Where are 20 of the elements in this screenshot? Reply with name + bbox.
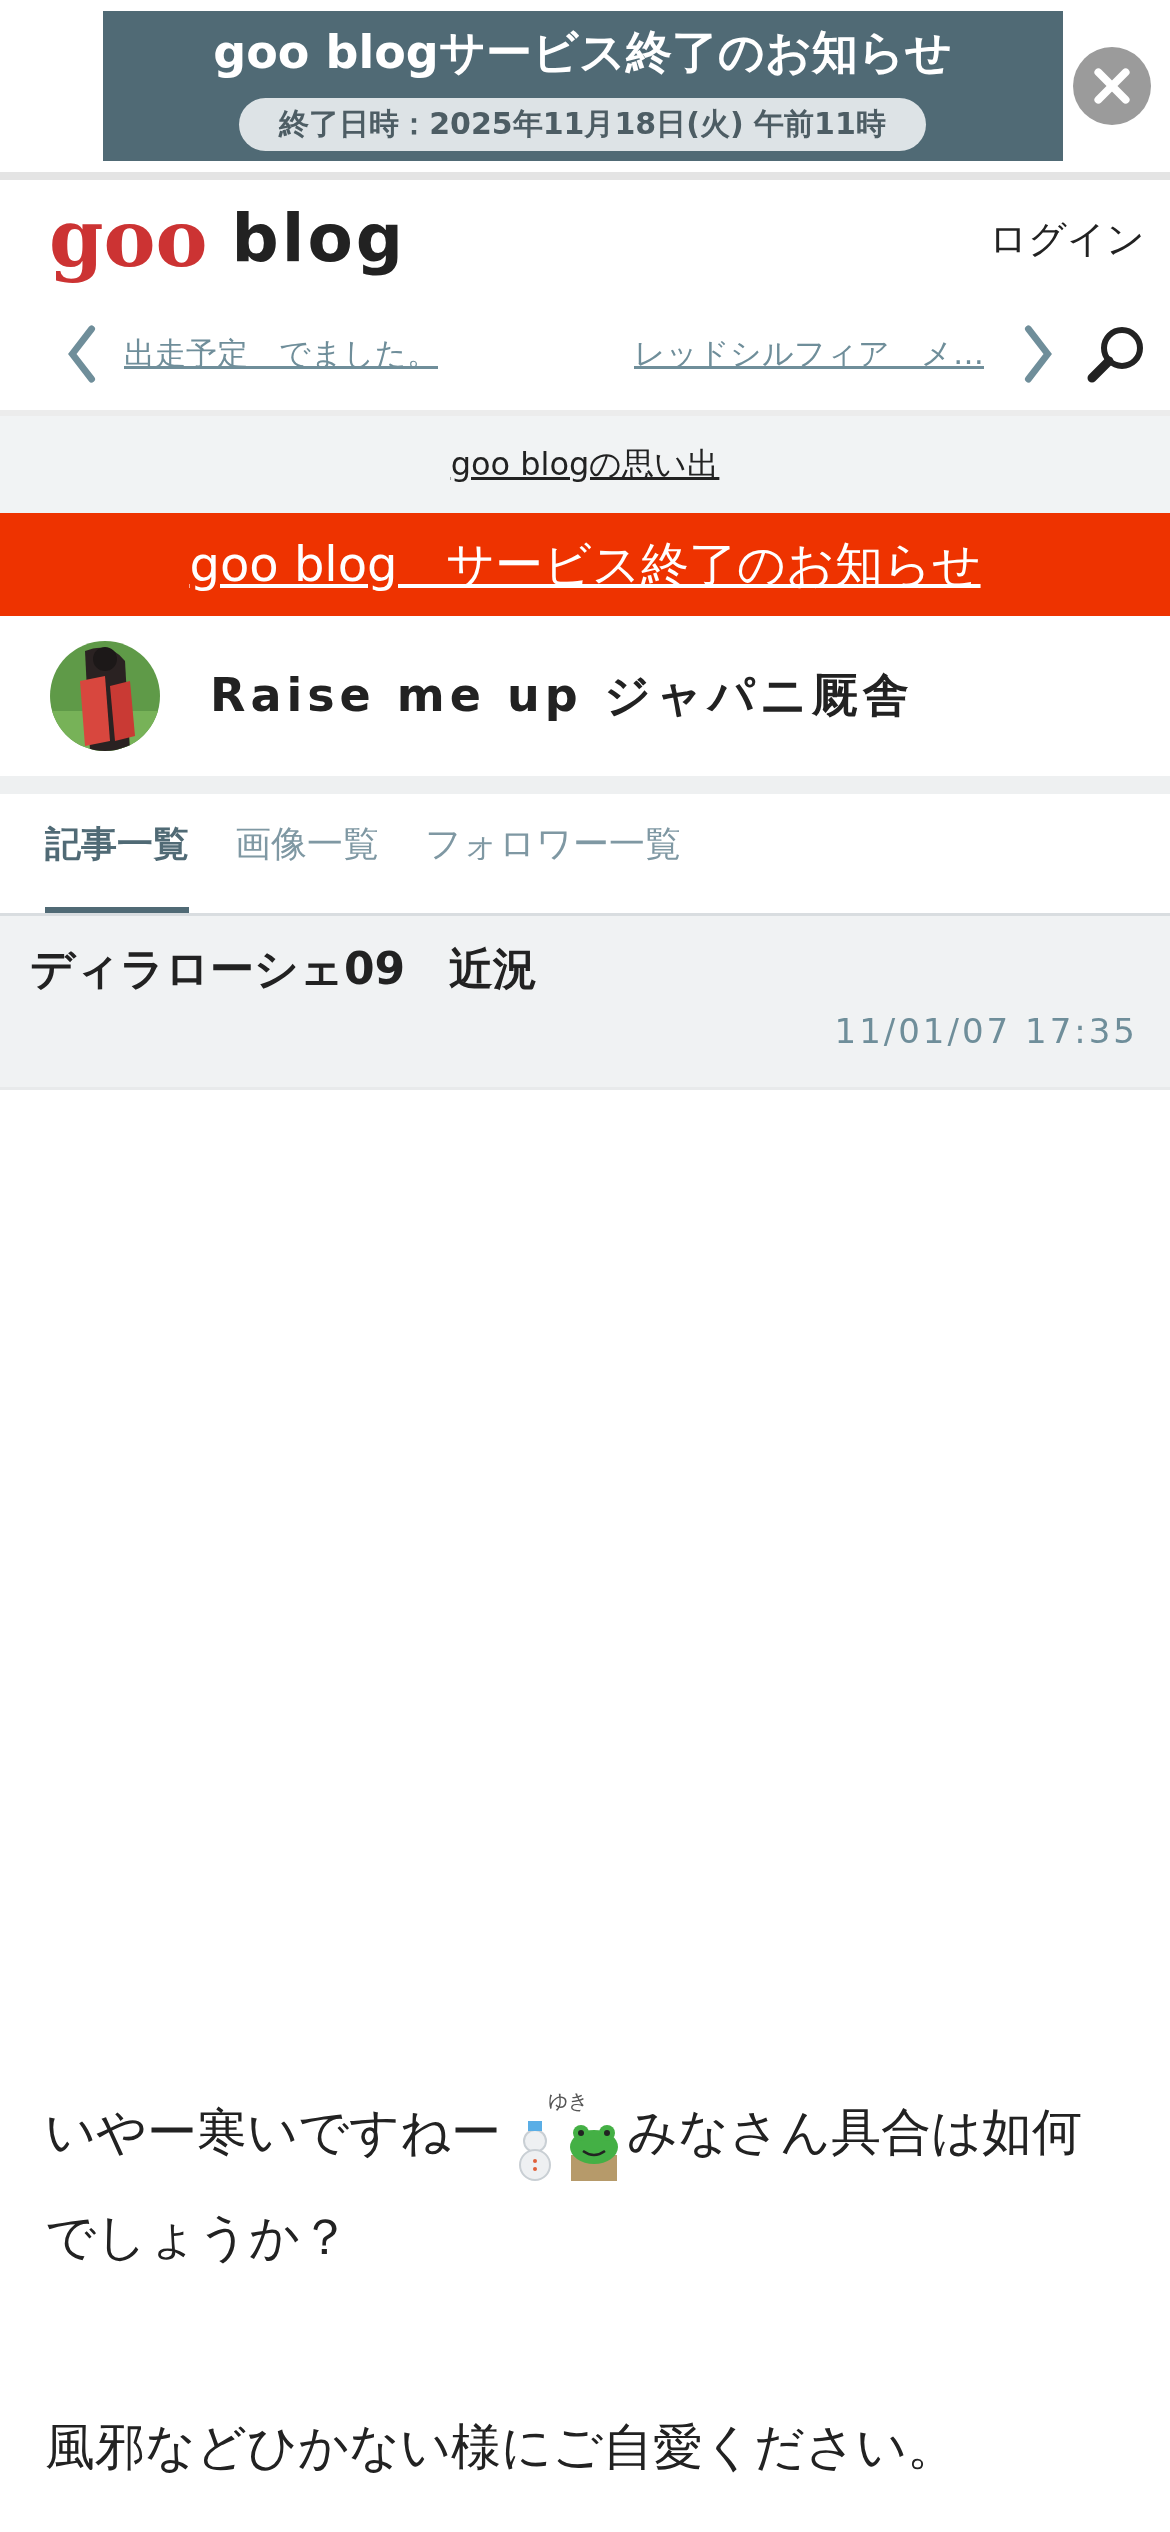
post-date: 11/01/07 17:35 <box>834 1011 1138 1051</box>
post-paragraph: いやー寒いですねー ゆき みなさん具合は如何でしょうか？ <box>45 2087 1083 2268</box>
blog-title[interactable]: Raise me up ジャパニ厩舎 <box>210 665 914 727</box>
chevron-left-icon[interactable] <box>66 325 96 383</box>
search-icon[interactable] <box>1086 324 1146 384</box>
previous-article-link[interactable]: 出走予定 でました。 <box>124 333 564 375</box>
post-title: ディラローシェ09 近況 <box>30 942 539 996</box>
ad-banner[interactable]: goo blogサービス終了のお知らせ 終了日時：2025年11月18日(火) 午前11時 <box>102 11 1063 161</box>
post-paragraph: 風邪などひかない様にご自愛ください。 <box>45 2417 958 2478</box>
close-icon[interactable] <box>1072 47 1151 125</box>
ad-date: 終了日時：2025年11月18日(火) 午前11時 <box>239 97 926 151</box>
logo-mark[interactable]: goo <box>45 188 212 290</box>
next-article-link[interactable]: レッドシルフィア メ… <box>634 333 984 375</box>
chevron-right-icon[interactable] <box>1024 325 1054 383</box>
ad-title: goo blogサービス終了のお知らせ <box>213 23 952 81</box>
sticker-caption: ゆき <box>548 2090 588 2111</box>
tab[interactable]: フォロワー一覧 <box>425 820 681 913</box>
memories-link[interactable]: goo blogの思い出 <box>450 442 720 487</box>
login-link[interactable]: ログイン <box>989 213 1145 265</box>
tab[interactable]: 画像一覧 <box>235 820 379 913</box>
